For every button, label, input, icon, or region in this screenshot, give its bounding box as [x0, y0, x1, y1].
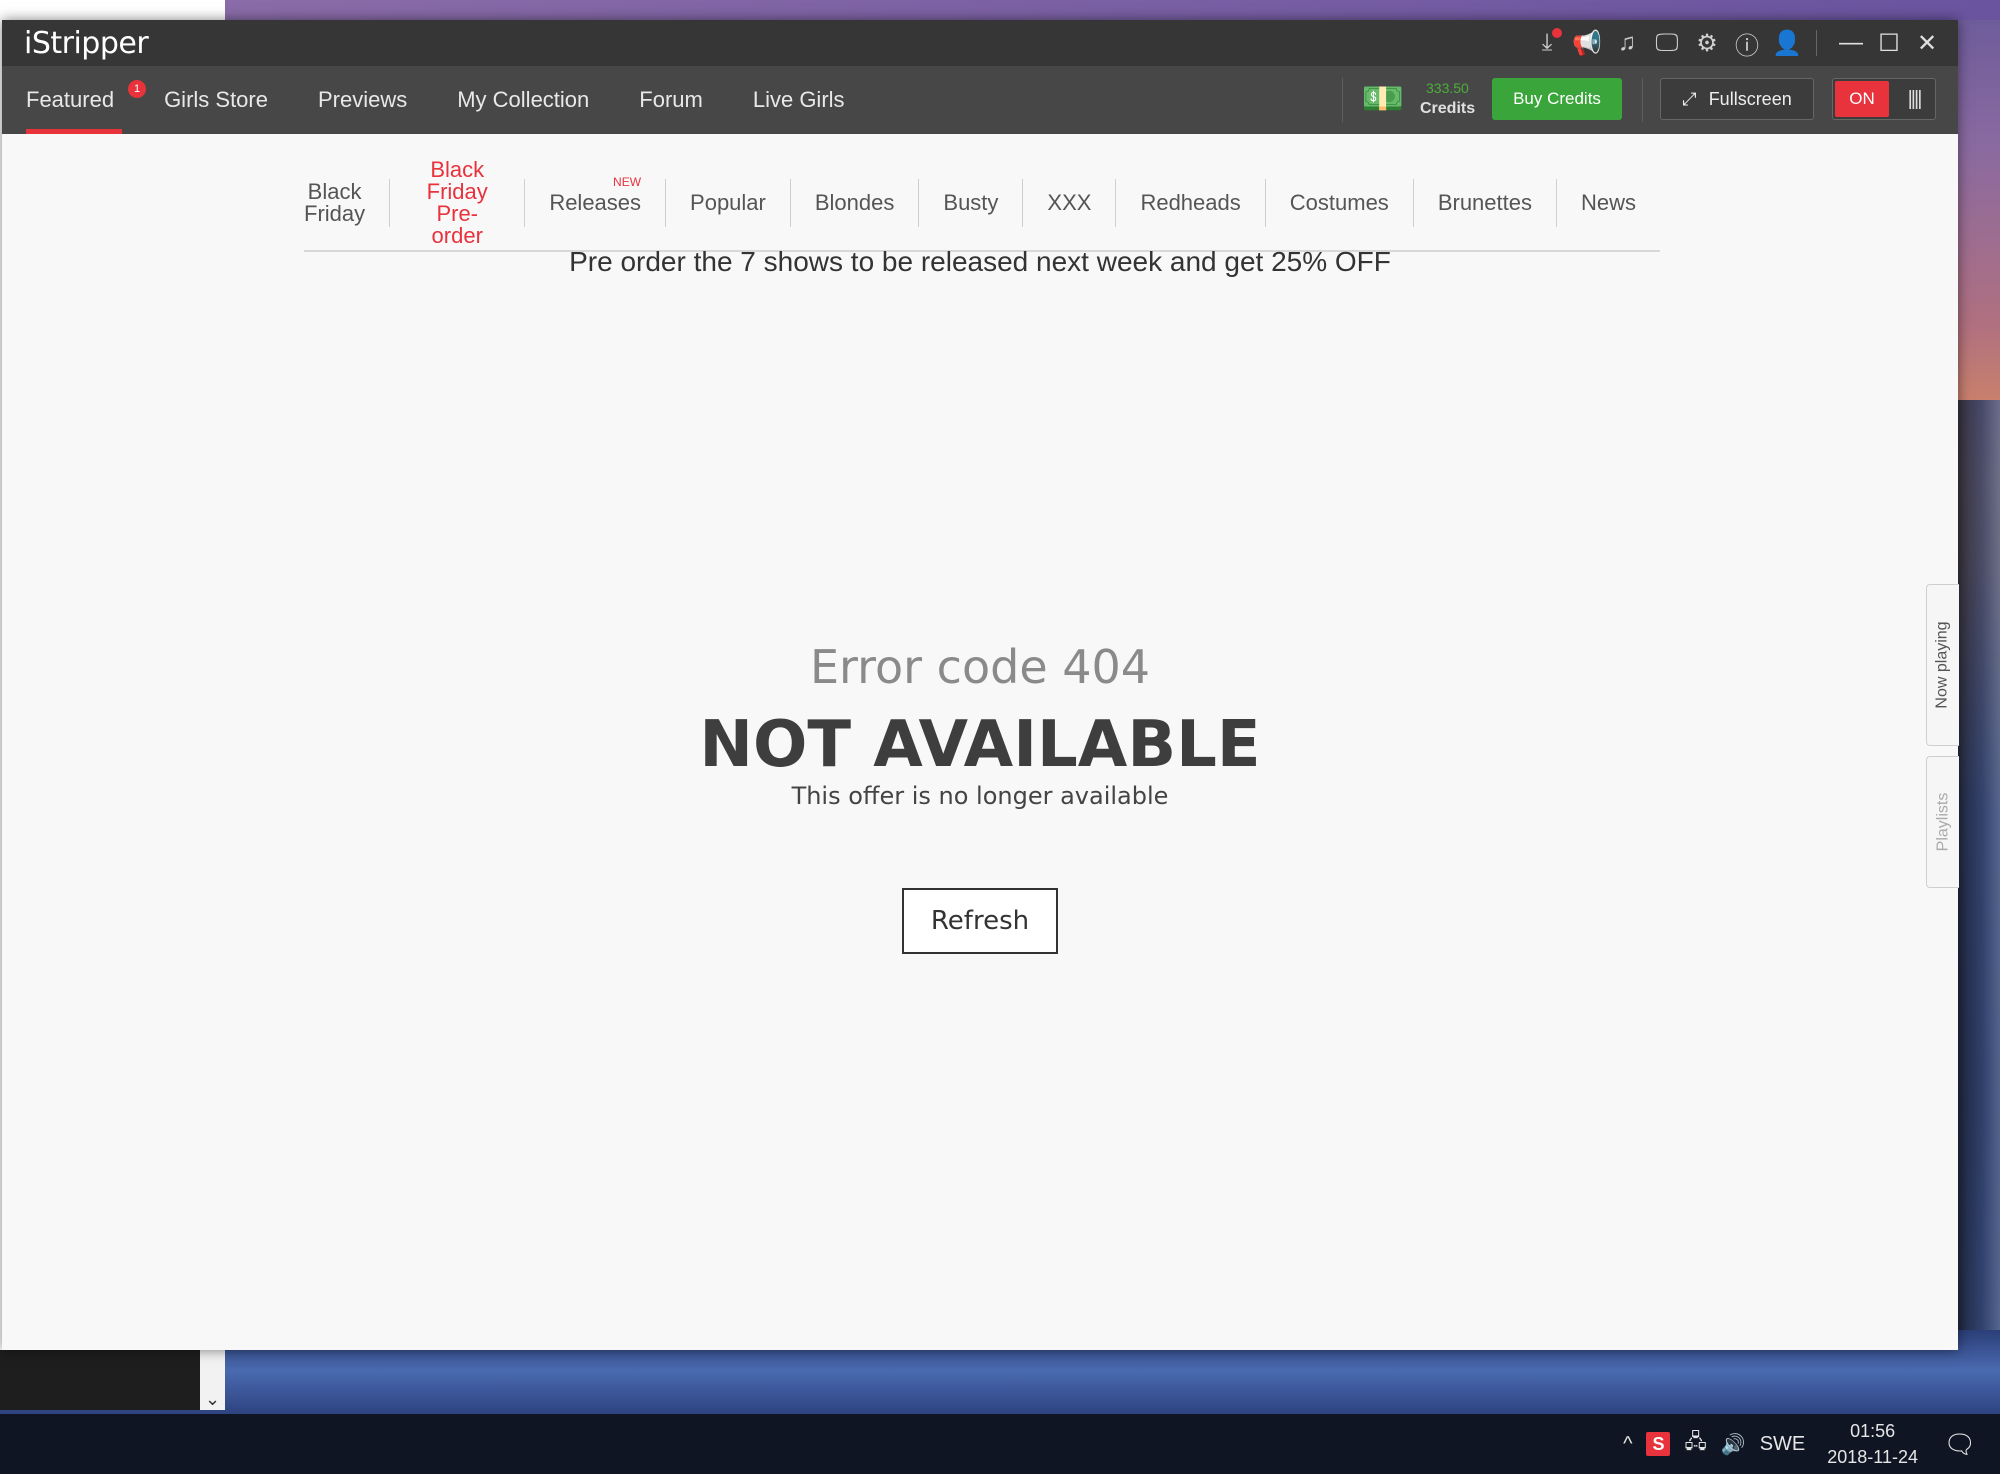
tab-girls-store[interactable]: Girls Store [164, 66, 293, 134]
title-bar: iStripper ⤓ 📢 ♫ 🖵 ⚙ ⓘ 👤 — ☐ ✕ [2, 20, 1958, 66]
tab-featured[interactable]: Featured 1 [26, 66, 146, 134]
chevron-down-icon[interactable]: ⌄ [205, 1389, 220, 1410]
background-window-panel [0, 1350, 200, 1410]
category-label: Redheads [1140, 190, 1241, 215]
clock-date: 2018-11-24 [1827, 1447, 1918, 1467]
app-window: iStripper ⤓ 📢 ♫ 🖵 ⚙ ⓘ 👤 — ☐ ✕ Featured 1… [2, 20, 1959, 1350]
tab-label: Live Girls [752, 87, 845, 112]
main-nav: Featured 1 Girls Store Previews My Colle… [2, 66, 1958, 134]
credits-display[interactable]: 💵 333.50 Credits [1360, 76, 1490, 124]
category-label: XXX [1047, 190, 1092, 215]
category-popular[interactable]: Popular [666, 179, 791, 227]
network-icon[interactable]: 🖧 [1684, 1427, 1706, 1461]
bars-icon[interactable]: |||| [1895, 81, 1933, 117]
maximize-icon[interactable]: ☐ [1876, 26, 1902, 60]
taskbar: ^ S 🖧 🔊 SWE 01:56 2018-11-24 🗨 [0, 1414, 2000, 1474]
expand-icon: ⤢ [1682, 88, 1697, 109]
category-bar: Black Friday Black Friday Pre-order NEW Re… [304, 156, 1660, 252]
category-label: Pre-order [431, 201, 483, 248]
nav-divider [1342, 78, 1343, 122]
app-logo: iStripper [24, 26, 149, 61]
system-tray: ^ S 🖧 🔊 SWE 01:56 2018-11-24 🗨 [1623, 1414, 2000, 1474]
now-playing-tab[interactable]: Now playing [1926, 584, 1959, 746]
tab-live-girls[interactable]: Live Girls [753, 66, 870, 134]
monitor-icon[interactable]: 🖵 [1650, 26, 1684, 60]
language-indicator[interactable]: SWE [1760, 1433, 1806, 1456]
now-playing-label: Now playing [1934, 621, 1951, 709]
download-icon[interactable]: ⤓ [1530, 26, 1564, 60]
tab-label: Girls Store [164, 87, 268, 112]
new-badge: NEW [613, 175, 642, 189]
credits-label: Credits [1420, 100, 1476, 117]
chevron-up-icon[interactable]: ^ [1623, 1433, 1632, 1456]
background-window-scroll[interactable]: ⌄ [200, 1350, 225, 1410]
volume-icon[interactable]: 🔊 [1721, 1432, 1746, 1457]
promo-text: Pre order the 7 shows to be released nex… [569, 246, 1391, 277]
istripper-tray-icon[interactable]: S [1646, 1432, 1671, 1456]
category-blondes[interactable]: Blondes [791, 179, 920, 227]
toolbar-icons: ⤓ 📢 ♫ 🖵 ⚙ ⓘ 👤 [1530, 26, 1823, 60]
desktop-tree [1955, 400, 2000, 1350]
buy-credits-button[interactable]: Buy Credits [1492, 78, 1622, 120]
featured-badge: 1 [128, 80, 146, 98]
toolbar-separator [1816, 30, 1817, 56]
tab-previews[interactable]: Previews [318, 66, 432, 134]
tab-forum[interactable]: Forum [639, 66, 728, 134]
clock-time: 01:56 [1850, 1421, 1896, 1441]
category-black-friday[interactable]: Black Friday [304, 179, 391, 227]
clock[interactable]: 01:56 2018-11-24 [1827, 1418, 1918, 1470]
category-label: Brunettes [1437, 190, 1532, 215]
money-icon: 💵 [1361, 80, 1405, 118]
playlists-label: Playlists [1934, 792, 1951, 852]
gear-icon[interactable]: ⚙ [1690, 26, 1724, 60]
tab-label: My Collection [457, 87, 590, 112]
minimize-icon[interactable]: — [1838, 26, 1864, 60]
category-news[interactable]: News [1557, 179, 1660, 227]
category-label: Busty [943, 190, 999, 215]
desktop-top-strip [225, 0, 2000, 20]
nav-divider [1642, 78, 1643, 122]
window-controls: — ☐ ✕ [1838, 26, 1940, 60]
category-releases[interactable]: NEW Releases [525, 175, 667, 227]
category-label: Blondes [814, 190, 895, 215]
tab-label: Previews [317, 87, 408, 112]
category-label: Costumes [1289, 190, 1389, 215]
tab-label: Forum [639, 87, 703, 112]
category-label: News [1580, 190, 1636, 215]
toggle-on[interactable]: ON [1835, 81, 1889, 117]
user-icon[interactable]: 👤 [1770, 26, 1804, 60]
tab-my-collection[interactable]: My Collection [457, 66, 614, 134]
category-label: Popular [690, 190, 766, 215]
close-icon[interactable]: ✕ [1914, 26, 1940, 60]
download-badge [1552, 28, 1562, 38]
announce-icon[interactable]: 📢 [1570, 26, 1604, 60]
on-off-toggle[interactable]: ON |||| [1832, 78, 1936, 120]
tab-label: Featured [26, 87, 115, 112]
music-icon[interactable]: ♫ [1610, 26, 1644, 60]
credits-amount: 333.50 [1426, 80, 1469, 96]
category-label: Releases [549, 190, 642, 215]
info-icon[interactable]: ⓘ [1730, 26, 1764, 60]
error-code: Error code 404 [809, 640, 1151, 694]
category-brunettes[interactable]: Brunettes [1414, 179, 1557, 227]
category-redheads[interactable]: Redheads [1116, 179, 1266, 227]
error-message: This offer is no longer available [791, 782, 1169, 810]
playlists-tab[interactable]: Playlists [1926, 756, 1959, 888]
refresh-button[interactable]: Refresh [902, 888, 1058, 954]
nav-tabs: Featured 1 Girls Store Previews My Colle… [26, 66, 895, 134]
category-label: Friday [304, 201, 366, 226]
error-title: NOT AVAILABLE [699, 708, 1261, 782]
fullscreen-button[interactable]: ⤢ Fullscreen [1660, 78, 1814, 120]
fullscreen-label: Fullscreen [1708, 88, 1792, 109]
category-costumes[interactable]: Costumes [1266, 179, 1414, 227]
notification-icon[interactable]: 🗨 [1940, 1424, 1980, 1464]
category-black-friday-preorder[interactable]: Black Friday Pre-order [390, 159, 526, 247]
category-xxx[interactable]: XXX [1023, 179, 1117, 227]
category-busty[interactable]: Busty [919, 179, 1024, 227]
category-label: Black Friday [426, 157, 488, 204]
